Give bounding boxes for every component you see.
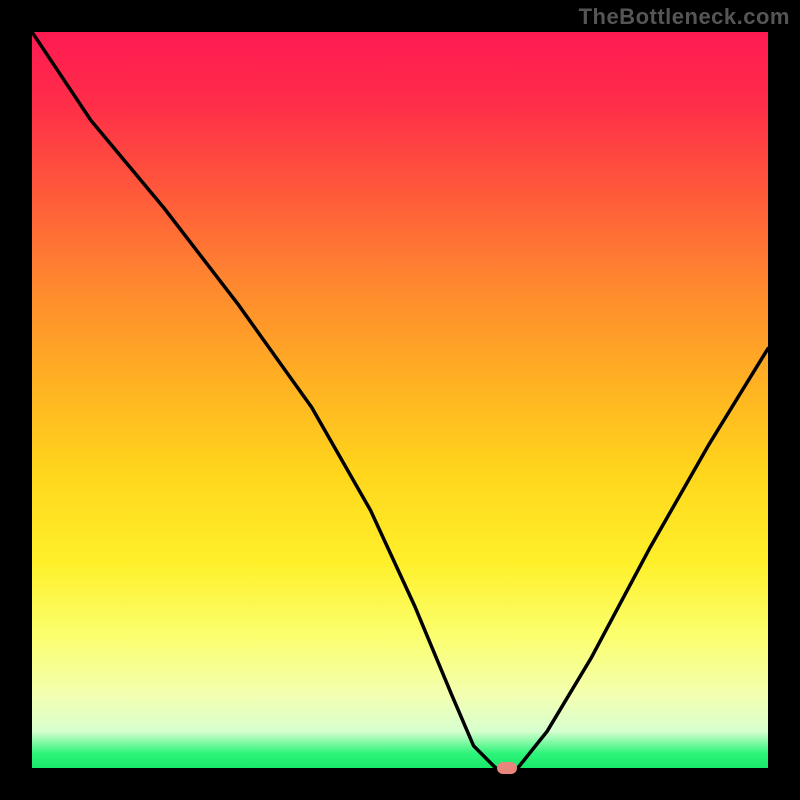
watermark-text: TheBottleneck.com (579, 4, 790, 30)
background-gradient (32, 32, 768, 768)
chart-frame: TheBottleneck.com (0, 0, 800, 800)
minimum-marker (497, 762, 517, 774)
plot-area (32, 32, 768, 768)
